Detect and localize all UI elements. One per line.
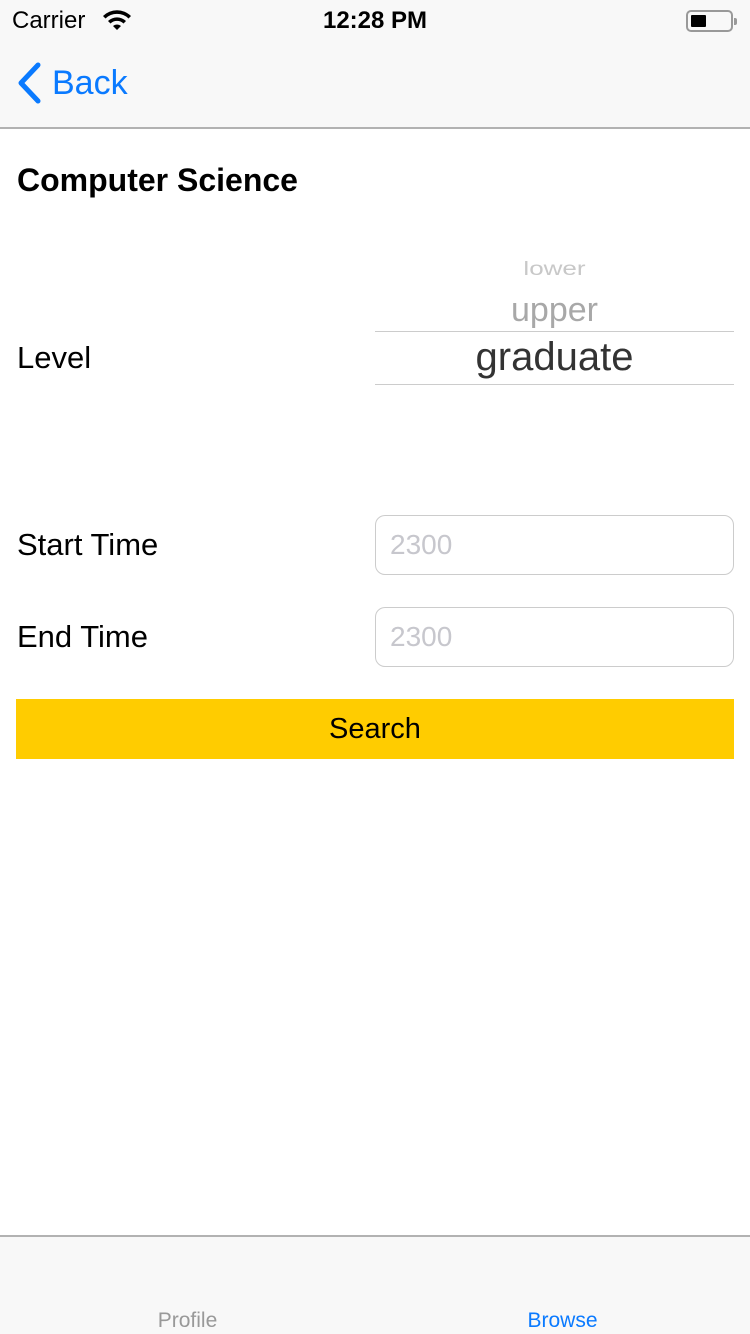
clock: 12:28 PM: [322, 7, 428, 34]
back-label: Back: [52, 63, 128, 102]
start-time-input[interactable]: [375, 515, 734, 575]
level-picker[interactable]: lower upper graduate: [375, 245, 734, 415]
page-title: Computer Science: [17, 162, 298, 198]
start-time-label: Start Time: [17, 527, 159, 562]
picker-option-upper[interactable]: upper: [375, 291, 734, 330]
picker-divider: [375, 331, 734, 332]
end-time-label: End Time: [17, 619, 148, 654]
picker-option-graduate[interactable]: graduate: [375, 335, 734, 380]
battery-icon: [686, 10, 737, 32]
level-label: Level: [17, 340, 92, 375]
navigation-bar: Back: [0, 40, 750, 129]
tab-bar: Profile Browse: [0, 1235, 750, 1334]
tab-browse[interactable]: Browse: [375, 1309, 750, 1333]
tab-profile[interactable]: Profile: [0, 1309, 375, 1333]
search-button[interactable]: Search: [16, 699, 734, 759]
picker-divider: [375, 384, 734, 385]
end-time-input[interactable]: [375, 607, 734, 667]
status-bar: Carrier 12:28 PM: [0, 0, 750, 40]
back-button[interactable]: Back: [16, 62, 128, 104]
picker-option-lower[interactable]: lower: [375, 257, 734, 280]
chevron-left-icon: [18, 62, 41, 104]
